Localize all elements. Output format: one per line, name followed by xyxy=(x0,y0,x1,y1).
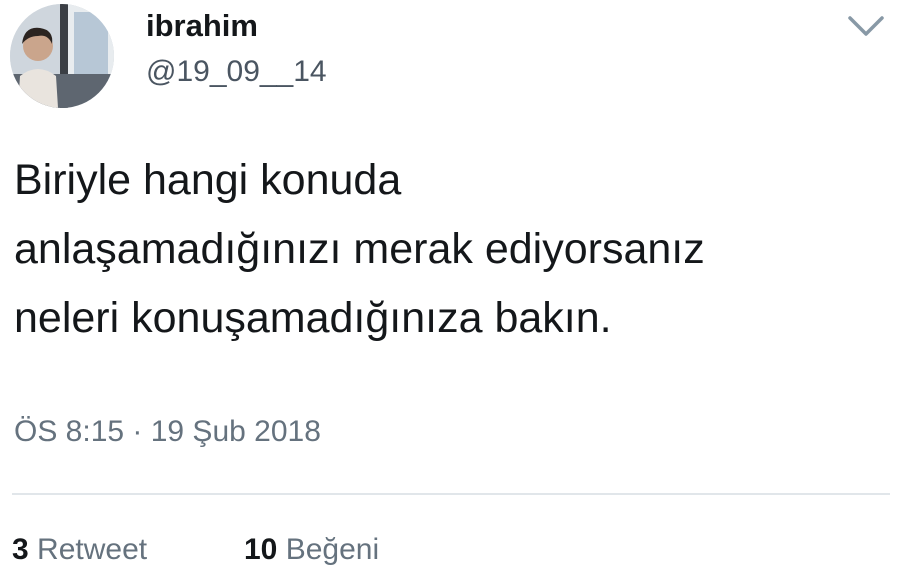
user-avatar-photo-icon xyxy=(10,4,114,108)
author-handle[interactable]: @19_09__14 xyxy=(146,54,327,90)
like-stat[interactable]: 10 Beğeni xyxy=(244,530,379,570)
author-display-name[interactable]: ibrahim xyxy=(146,8,258,44)
tweet-menu-button[interactable] xyxy=(846,12,886,40)
tweet-text: Biriyle hangi konuda anlaşamadığınızı me… xyxy=(14,156,705,342)
like-count: 10 xyxy=(244,533,278,566)
tweet-timestamp[interactable]: ÖS 8:15 · 19 Şub 2018 xyxy=(14,412,321,452)
retweet-stat[interactable]: 3 Retweet xyxy=(12,530,147,570)
chevron-down-icon xyxy=(848,16,884,36)
retweet-label: Retweet xyxy=(37,533,148,566)
tweet-card: ibrahim @19_09__14 Biriyle hangi konuda … xyxy=(0,0,900,574)
retweet-count: 3 xyxy=(12,533,29,566)
like-label: Beğeni xyxy=(285,533,380,566)
author-avatar[interactable] xyxy=(10,4,114,108)
divider xyxy=(12,493,890,495)
